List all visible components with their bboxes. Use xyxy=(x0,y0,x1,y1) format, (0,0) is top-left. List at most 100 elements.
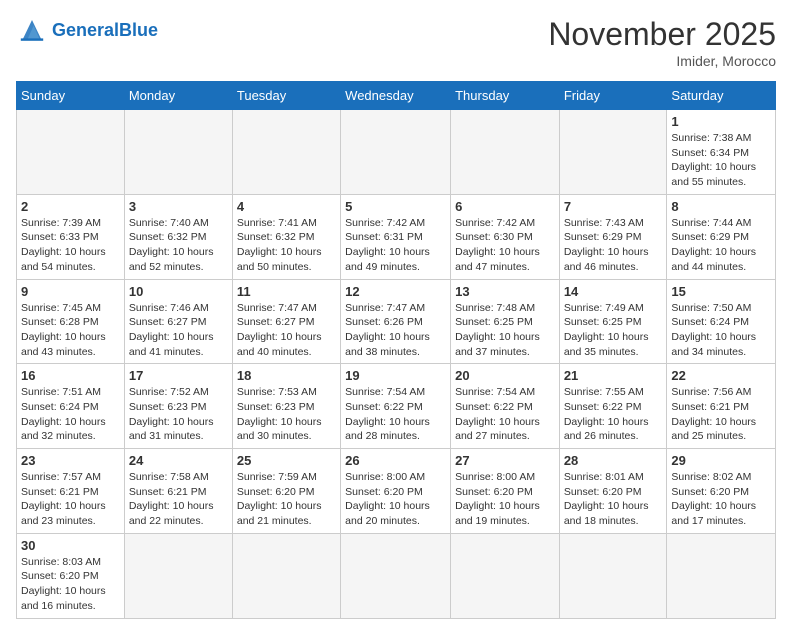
day-info: Sunrise: 8:00 AMSunset: 6:20 PMDaylight:… xyxy=(345,470,446,529)
calendar-day: 17 Sunrise: 7:52 AMSunset: 6:23 PMDayligh… xyxy=(124,364,232,449)
day-info: Sunrise: 8:00 AMSunset: 6:20 PMDaylight:… xyxy=(455,470,555,529)
calendar-row: 2 Sunrise: 7:39 AMSunset: 6:33 PMDaylight… xyxy=(17,194,776,279)
weekday-header-row: SundayMondayTuesdayWednesdayThursdayFrid… xyxy=(17,82,776,110)
day-info: Sunrise: 7:49 AMSunset: 6:25 PMDaylight:… xyxy=(564,301,663,360)
day-info: Sunrise: 7:48 AMSunset: 6:25 PMDaylight:… xyxy=(455,301,555,360)
calendar-row: 1 Sunrise: 7:38 AMSunset: 6:34 PMDaylight… xyxy=(17,110,776,195)
day-info: Sunrise: 7:40 AMSunset: 6:32 PMDaylight:… xyxy=(129,216,228,275)
day-info: Sunrise: 7:50 AMSunset: 6:24 PMDaylight:… xyxy=(671,301,771,360)
calendar-day: 20 Sunrise: 7:54 AMSunset: 6:22 PMDayligh… xyxy=(451,364,560,449)
day-info: Sunrise: 7:56 AMSunset: 6:21 PMDaylight:… xyxy=(671,385,771,444)
calendar-day xyxy=(232,533,340,618)
day-number: 13 xyxy=(455,284,555,299)
calendar-day: 24 Sunrise: 7:58 AMSunset: 6:21 PMDayligh… xyxy=(124,449,232,534)
calendar-day xyxy=(232,110,340,195)
day-info: Sunrise: 7:42 AMSunset: 6:31 PMDaylight:… xyxy=(345,216,446,275)
logo-icon xyxy=(16,16,48,44)
calendar-day xyxy=(341,533,451,618)
calendar-day: 30 Sunrise: 8:03 AMSunset: 6:20 PMDayligh… xyxy=(17,533,125,618)
day-number: 9 xyxy=(21,284,120,299)
calendar-day xyxy=(559,110,667,195)
day-info: Sunrise: 8:02 AMSunset: 6:20 PMDaylight:… xyxy=(671,470,771,529)
calendar-row: 23Sunrise: 7:57 AMSunset: 6:21 PMDayligh… xyxy=(17,449,776,534)
day-info: Sunrise: 7:41 AMSunset: 6:32 PMDaylight:… xyxy=(237,216,336,275)
logo-text: GeneralBlue xyxy=(52,20,158,41)
day-number: 15 xyxy=(671,284,771,299)
day-info: Sunrise: 7:39 AMSunset: 6:33 PMDaylight:… xyxy=(21,216,120,275)
calendar-day: 23Sunrise: 7:57 AMSunset: 6:21 PMDayligh… xyxy=(17,449,125,534)
day-info: Sunrise: 7:51 AMSunset: 6:24 PMDaylight:… xyxy=(21,385,120,444)
day-info: Sunrise: 7:53 AMSunset: 6:23 PMDaylight:… xyxy=(237,385,336,444)
calendar-day: 25 Sunrise: 7:59 AMSunset: 6:20 PMDayligh… xyxy=(232,449,340,534)
day-number: 26 xyxy=(345,453,446,468)
calendar-day: 5 Sunrise: 7:42 AMSunset: 6:31 PMDaylight… xyxy=(341,194,451,279)
day-number: 29 xyxy=(671,453,771,468)
calendar-day xyxy=(451,110,560,195)
day-info: Sunrise: 7:59 AMSunset: 6:20 PMDaylight:… xyxy=(237,470,336,529)
calendar-row: 9 Sunrise: 7:45 AMSunset: 6:28 PMDaylight… xyxy=(17,279,776,364)
calendar-day: 19Sunrise: 7:54 AMSunset: 6:22 PMDayligh… xyxy=(341,364,451,449)
day-number: 20 xyxy=(455,368,555,383)
day-info: Sunrise: 8:03 AMSunset: 6:20 PMDaylight:… xyxy=(21,555,120,614)
day-number: 8 xyxy=(671,199,771,214)
weekday-header-tuesday: Tuesday xyxy=(232,82,340,110)
weekday-header-friday: Friday xyxy=(559,82,667,110)
day-number: 11 xyxy=(237,284,336,299)
logo: GeneralBlue xyxy=(16,16,158,44)
day-info: Sunrise: 7:43 AMSunset: 6:29 PMDaylight:… xyxy=(564,216,663,275)
day-number: 18 xyxy=(237,368,336,383)
calendar-day: 15 Sunrise: 7:50 AMSunset: 6:24 PMDayligh… xyxy=(667,279,776,364)
calendar-day: 27Sunrise: 8:00 AMSunset: 6:20 PMDayligh… xyxy=(451,449,560,534)
day-info: Sunrise: 7:44 AMSunset: 6:29 PMDaylight:… xyxy=(671,216,771,275)
calendar-day: 10Sunrise: 7:46 AMSunset: 6:27 PMDayligh… xyxy=(124,279,232,364)
calendar-day: 8 Sunrise: 7:44 AMSunset: 6:29 PMDaylight… xyxy=(667,194,776,279)
day-info: Sunrise: 7:47 AMSunset: 6:27 PMDaylight:… xyxy=(237,301,336,360)
day-info: Sunrise: 8:01 AMSunset: 6:20 PMDaylight:… xyxy=(564,470,663,529)
month-title: November 2025 xyxy=(548,16,776,53)
calendar-day xyxy=(341,110,451,195)
day-number: 25 xyxy=(237,453,336,468)
day-number: 10 xyxy=(129,284,228,299)
calendar-day: 28Sunrise: 8:01 AMSunset: 6:20 PMDayligh… xyxy=(559,449,667,534)
day-info: Sunrise: 7:55 AMSunset: 6:22 PMDaylight:… xyxy=(564,385,663,444)
day-number: 1 xyxy=(671,114,771,129)
day-number: 21 xyxy=(564,368,663,383)
calendar-day: 7Sunrise: 7:43 AMSunset: 6:29 PMDaylight… xyxy=(559,194,667,279)
calendar-day xyxy=(124,110,232,195)
calendar-day: 12Sunrise: 7:47 AMSunset: 6:26 PMDayligh… xyxy=(341,279,451,364)
day-number: 6 xyxy=(455,199,555,214)
calendar-day: 6 Sunrise: 7:42 AMSunset: 6:30 PMDaylight… xyxy=(451,194,560,279)
day-info: Sunrise: 7:52 AMSunset: 6:23 PMDaylight:… xyxy=(129,385,228,444)
day-number: 24 xyxy=(129,453,228,468)
calendar-day xyxy=(667,533,776,618)
day-info: Sunrise: 7:47 AMSunset: 6:26 PMDaylight:… xyxy=(345,301,446,360)
calendar-day: 1 Sunrise: 7:38 AMSunset: 6:34 PMDaylight… xyxy=(667,110,776,195)
day-number: 3 xyxy=(129,199,228,214)
calendar-day: 29 Sunrise: 8:02 AMSunset: 6:20 PMDayligh… xyxy=(667,449,776,534)
calendar-day: 3 Sunrise: 7:40 AMSunset: 6:32 PMDaylight… xyxy=(124,194,232,279)
day-info: Sunrise: 7:54 AMSunset: 6:22 PMDaylight:… xyxy=(455,385,555,444)
calendar-row: 16Sunrise: 7:51 AMSunset: 6:24 PMDayligh… xyxy=(17,364,776,449)
day-number: 2 xyxy=(21,199,120,214)
day-number: 23 xyxy=(21,453,120,468)
title-block: November 2025 Imider, Morocco xyxy=(548,16,776,69)
weekday-header-sunday: Sunday xyxy=(17,82,125,110)
day-info: Sunrise: 7:58 AMSunset: 6:21 PMDaylight:… xyxy=(129,470,228,529)
weekday-header-monday: Monday xyxy=(124,82,232,110)
calendar-day: 2 Sunrise: 7:39 AMSunset: 6:33 PMDaylight… xyxy=(17,194,125,279)
day-number: 30 xyxy=(21,538,120,553)
calendar-day xyxy=(559,533,667,618)
day-number: 5 xyxy=(345,199,446,214)
day-info: Sunrise: 7:54 AMSunset: 6:22 PMDaylight:… xyxy=(345,385,446,444)
calendar-day xyxy=(124,533,232,618)
day-info: Sunrise: 7:45 AMSunset: 6:28 PMDaylight:… xyxy=(21,301,120,360)
day-info: Sunrise: 7:42 AMSunset: 6:30 PMDaylight:… xyxy=(455,216,555,275)
weekday-header-saturday: Saturday xyxy=(667,82,776,110)
day-number: 17 xyxy=(129,368,228,383)
day-number: 4 xyxy=(237,199,336,214)
day-info: Sunrise: 7:38 AMSunset: 6:34 PMDaylight:… xyxy=(671,131,771,190)
calendar-day: 26 Sunrise: 8:00 AMSunset: 6:20 PMDayligh… xyxy=(341,449,451,534)
calendar-day: 16Sunrise: 7:51 AMSunset: 6:24 PMDayligh… xyxy=(17,364,125,449)
logo-blue: Blue xyxy=(119,20,158,40)
weekday-header-thursday: Thursday xyxy=(451,82,560,110)
